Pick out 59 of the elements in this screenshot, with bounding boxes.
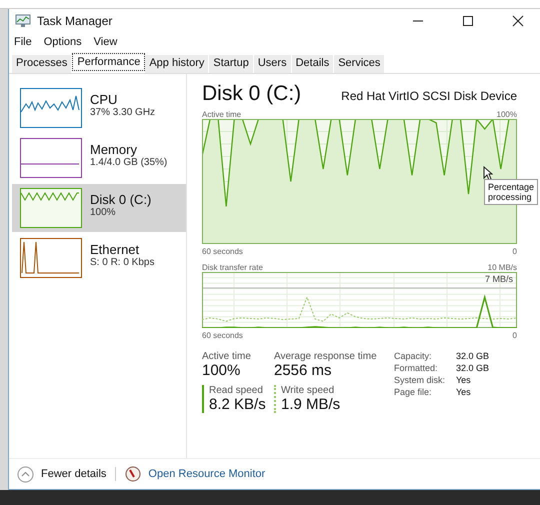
device-name: Ethernet [90,242,140,257]
tab[interactable]: Processes [12,55,72,73]
device-usage: 37% 3.30 GHz [90,107,156,118]
device-name: CPU [90,92,118,107]
gauge-icon [125,466,142,482]
property-label: Formatted: [394,363,439,373]
device-title: Disk 0 (C:) [202,82,302,106]
window-title: Task Manager [37,14,112,28]
time-span-label: 60 seconds [202,247,243,256]
tooltip-text: processing [488,192,533,202]
time-span-label: 60 seconds [202,331,243,340]
menu-item[interactable]: File [14,36,32,48]
close-icon [512,15,524,27]
device-usage: S: 0 R: 0 Kbps [90,257,154,268]
property-value: Yes [456,375,472,385]
device-name: Disk 0 (C:) [90,192,152,207]
sidebar-item[interactable]: Disk 0 (C:) 100% [12,184,186,232]
sidebar-item[interactable]: CPU 37% 3.30 GHz [12,84,186,132]
property-value: 32.0 GB [456,363,490,373]
sidebar-item[interactable]: Ethernet S: 0 R: 0 Kbps [12,234,186,282]
maximize-icon [462,15,474,27]
graph-label: Disk transfer rate [202,263,263,272]
property-label: Page file: [394,387,433,397]
stat-value: 1.9 MB/s [281,396,342,413]
device-usage: 1.4/4.0 GB (35%) [90,157,168,168]
graph-label: Active time [202,110,242,119]
graph-min-label: 0 [512,331,517,340]
stat-label: Write speed [281,385,336,396]
collapse-icon[interactable] [17,466,34,482]
tab[interactable]: Startup [209,55,254,73]
stat-value: 100% [202,362,242,379]
property-value: 32.0 GB [456,351,490,361]
property-label: Capacity: [394,351,433,361]
tab[interactable]: Performance [72,53,146,71]
scale-label: 7 MB/s [484,274,513,284]
monitor-icon [15,14,31,28]
device-usage: 100% [90,207,117,218]
graph-min-label: 0 [512,247,517,256]
graph-max-label: 10 MB/s [488,263,517,272]
stat-value: 2556 ms [274,362,333,379]
menu-item[interactable]: Options [44,36,82,48]
stat-label: Read speed [209,385,264,396]
stat-label: Average response time [274,351,378,362]
menu-item[interactable]: View [94,36,118,48]
stat-label: Active time [202,351,252,362]
tab[interactable]: Services [334,55,386,73]
device-model: Red Hat VirtIO SCSI Disk Device [341,89,517,103]
fewer-details-button[interactable]: Fewer details [41,468,106,480]
graph-max-label: 100% [496,110,517,119]
sidebar-item[interactable]: Memory 1.4/4.0 GB (35%) [12,134,186,182]
tab[interactable]: Details [292,55,334,73]
tab[interactable]: Users [254,55,292,73]
tooltip-text: Percentage [488,182,534,192]
stat-value: 8.2 KB/s [209,396,267,413]
property-label: System disk: [394,375,446,385]
property-value: Yes [456,387,472,397]
resource-monitor-link[interactable]: Open Resource Monitor [148,468,266,480]
device-name: Memory [90,142,138,157]
tab[interactable]: App history [145,55,210,73]
